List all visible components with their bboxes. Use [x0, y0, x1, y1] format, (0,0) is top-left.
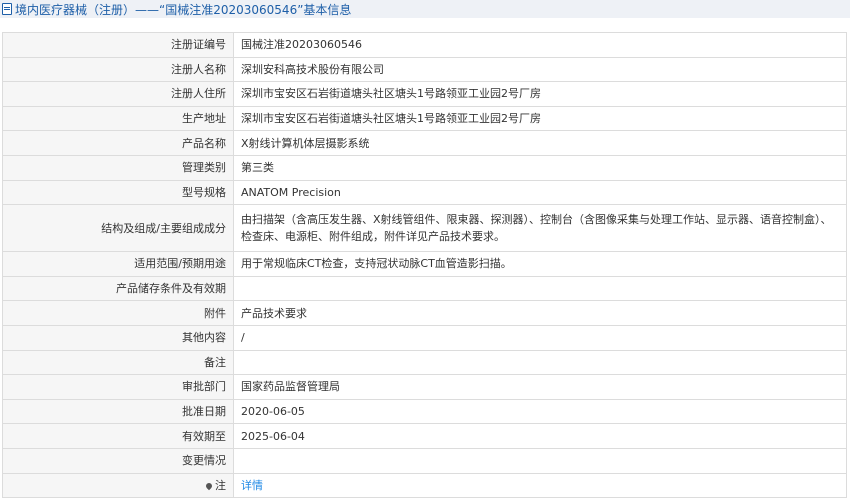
row-label-other: 其他内容 [2, 324, 234, 351]
table-row: 生产地址 深圳市宝安区石岩街道塘头社区塘头1号路领亚工业园2号厂房 [2, 105, 847, 132]
row-label-registration-no: 注册证编号 [2, 32, 234, 58]
table-row: 管理类别 第三类 [2, 154, 847, 181]
row-label-remarks: 备注 [2, 349, 234, 376]
pin-icon [204, 481, 214, 491]
table-row: 结构及组成/主要组成成分 由扫描架（含高压发生器、X射线管组件、限束器、探测器）… [2, 204, 847, 253]
row-value-registration-no: 国械注准20203060546 [233, 32, 847, 58]
row-label-structure: 结构及组成/主要组成成分 [2, 204, 234, 253]
row-value-storage [233, 275, 847, 302]
row-value-valid-until: 2025-06-04 [233, 423, 847, 449]
row-value-other: / [233, 324, 847, 351]
table-row: 批准日期 2020-06-05 [2, 398, 847, 425]
row-value-note: 详情 [233, 472, 847, 498]
row-label-approval-dept: 审批部门 [2, 374, 234, 400]
note-label-text: 注 [215, 478, 226, 492]
table-row: 注 详情 [2, 472, 847, 498]
table-row: 产品名称 X射线计算机体层摄影系统 [2, 130, 847, 156]
row-label-model-spec: 型号规格 [2, 179, 234, 206]
table-row: 产品储存条件及有效期 [2, 275, 847, 302]
row-value-approval-date: 2020-06-05 [233, 398, 847, 425]
row-value-management-category: 第三类 [233, 154, 847, 181]
table-row: 其他内容 / [2, 324, 847, 351]
page-title: 境内医疗器械（注册）——“国械注准20203060546”基本信息 [15, 2, 352, 17]
row-label-valid-until: 有效期至 [2, 423, 234, 449]
row-label-production-address: 生产地址 [2, 105, 234, 132]
row-value-remarks [233, 349, 847, 376]
table-row: 附件 产品技术要求 [2, 300, 847, 326]
row-value-product-name: X射线计算机体层摄影系统 [233, 130, 847, 156]
row-label-registrant-address: 注册人住所 [2, 81, 234, 107]
document-icon [2, 3, 12, 15]
row-label-storage: 产品储存条件及有效期 [2, 275, 234, 302]
table-row: 审批部门 国家药品监督管理局 [2, 374, 847, 400]
row-value-model-spec: ANATOM Precision [233, 179, 847, 206]
info-table: 注册证编号 国械注准20203060546 注册人名称 深圳安科高技术股份有限公… [2, 32, 847, 498]
row-value-registrant-name: 深圳安科高技术股份有限公司 [233, 56, 847, 83]
table-row: 备注 [2, 349, 847, 376]
table-row: 变更情况 [2, 447, 847, 474]
row-value-intended-use: 用于常规临床CT检查，支持冠状动脉CT血管造影扫描。 [233, 251, 847, 277]
table-row: 注册证编号 国械注准20203060546 [2, 32, 847, 58]
row-value-production-address: 深圳市宝安区石岩街道塘头社区塘头1号路领亚工业园2号厂房 [233, 105, 847, 132]
table-row: 注册人名称 深圳安科高技术股份有限公司 [2, 56, 847, 83]
page-header: 境内医疗器械（注册）——“国械注准20203060546”基本信息 [0, 0, 850, 18]
details-link[interactable]: 详情 [241, 479, 263, 492]
row-value-structure: 由扫描架（含高压发生器、X射线管组件、限束器、探测器）、控制台（含图像采集与处理… [233, 204, 847, 253]
info-table-container: 注册证编号 国械注准20203060546 注册人名称 深圳安科高技术股份有限公… [2, 32, 847, 498]
table-row: 注册人住所 深圳市宝安区石岩街道塘头社区塘头1号路领亚工业园2号厂房 [2, 81, 847, 107]
table-row: 适用范围/预期用途 用于常规临床CT检查，支持冠状动脉CT血管造影扫描。 [2, 251, 847, 277]
row-label-attachment: 附件 [2, 300, 234, 326]
row-label-product-name: 产品名称 [2, 130, 234, 156]
row-label-management-category: 管理类别 [2, 154, 234, 181]
row-label-note: 注 [2, 472, 234, 498]
row-value-registrant-address: 深圳市宝安区石岩街道塘头社区塘头1号路领亚工业园2号厂房 [233, 81, 847, 107]
table-row: 型号规格 ANATOM Precision [2, 179, 847, 206]
row-value-changes [233, 447, 847, 474]
table-row: 有效期至 2025-06-04 [2, 423, 847, 449]
row-value-approval-dept: 国家药品监督管理局 [233, 374, 847, 400]
row-label-approval-date: 批准日期 [2, 398, 234, 425]
row-label-intended-use: 适用范围/预期用途 [2, 251, 234, 277]
row-label-changes: 变更情况 [2, 447, 234, 474]
row-value-attachment: 产品技术要求 [233, 300, 847, 326]
row-label-registrant-name: 注册人名称 [2, 56, 234, 83]
